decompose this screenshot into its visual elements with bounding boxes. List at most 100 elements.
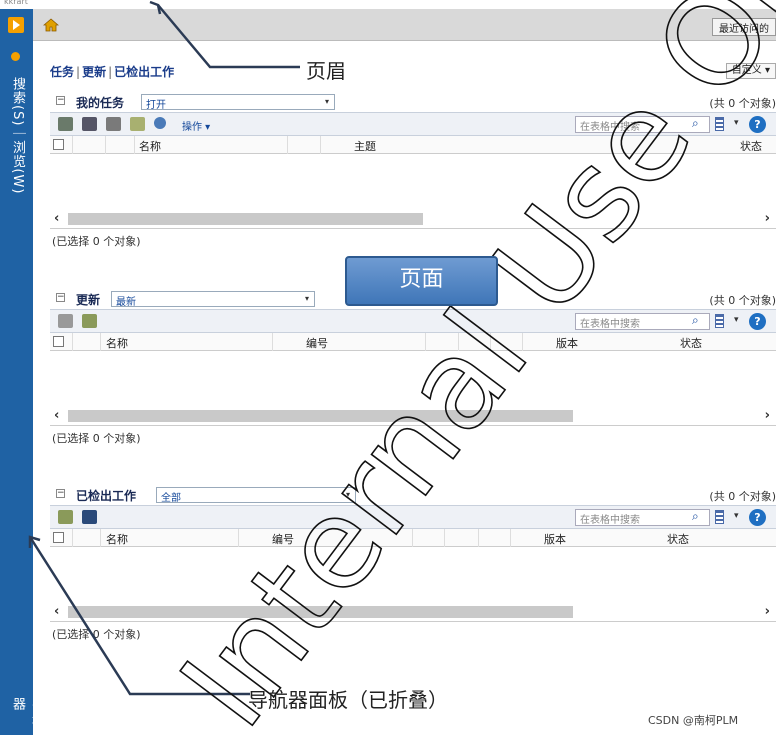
column-status[interactable]: 状态: [680, 335, 702, 351]
scroll-right-icon[interactable]: ›: [765, 211, 770, 226]
tab-updates[interactable]: 更新: [82, 65, 106, 79]
table-view-icon[interactable]: [715, 117, 724, 131]
selection-count: (已选择 0 个对象): [50, 228, 776, 250]
search-icon[interactable]: ⌕: [692, 509, 699, 524]
collapse-toggle-icon[interactable]: −: [56, 96, 65, 105]
section-header: − 我的任务 打开 ▾ (共 0 个对象): [50, 92, 776, 112]
chevron-down-icon[interactable]: ▾: [734, 315, 739, 325]
customize-dropdown[interactable]: 自定义 ▾: [725, 63, 776, 79]
filter-value: 打开: [146, 100, 166, 111]
search-icon[interactable]: ⌕: [692, 313, 699, 328]
tab-checked-out[interactable]: 已检出工作: [114, 65, 174, 79]
table-toolbar: 在表格中搜索 ⌕ ▾ ?: [50, 505, 776, 529]
chevron-down-icon[interactable]: ▾: [734, 511, 739, 521]
undo-checkout-icon[interactable]: [82, 510, 97, 524]
column-version[interactable]: 版本: [544, 531, 566, 547]
operations-menu[interactable]: 操作 ▾: [182, 118, 210, 133]
tasks-filter-select[interactable]: 打开 ▾: [141, 94, 335, 111]
column-version[interactable]: 版本: [556, 335, 578, 351]
pin-icon[interactable]: [11, 52, 20, 61]
section-title: 已检出工作: [76, 489, 137, 503]
table-body: [50, 154, 776, 210]
section-title: 我的任务: [76, 96, 125, 110]
help-icon[interactable]: ?: [749, 116, 766, 133]
selection-count: (已选择 0 个对象): [50, 425, 776, 447]
open-task-icon[interactable]: [58, 117, 73, 131]
table-view-icon[interactable]: [715, 314, 724, 328]
main-page: 任务 | 更新 | 已检出工作 自定义 ▾ − 我的任务 打开 ▾ (共 0 个对象) 操…: [33, 41, 776, 735]
column-status[interactable]: 状态: [740, 138, 762, 154]
updates-filter-select[interactable]: 最新 ▾: [111, 291, 315, 308]
scroll-thumb[interactable]: [68, 606, 573, 618]
object-count: (共 0 个对象): [709, 490, 776, 503]
column-name[interactable]: 名称: [139, 138, 161, 154]
column-name[interactable]: 名称: [106, 335, 128, 351]
tab-tasks[interactable]: 任务: [50, 65, 74, 79]
search-icon[interactable]: [154, 117, 166, 129]
credit-text: CSDN @南柯PLM: [648, 714, 739, 727]
page-annotation-box: 页面: [345, 256, 498, 306]
expand-navigator-icon[interactable]: [8, 17, 24, 33]
window-label: kkrart: [4, 0, 28, 6]
checked-out-section: − 已检出工作 全部 ▾ (共 0 个对象) 在表格中搜索 ⌕ ▾ ? 名称 编号: [50, 485, 776, 643]
scroll-thumb[interactable]: [68, 213, 423, 225]
object-count: (共 0 个对象): [709, 97, 776, 110]
copy-icon[interactable]: [58, 314, 73, 328]
check-in-icon[interactable]: [58, 510, 73, 524]
tab-links: 任务 | 更新 | 已检出工作: [50, 65, 175, 79]
select-all-checkbox[interactable]: [53, 139, 64, 150]
horizontal-scrollbar[interactable]: ‹ ›: [50, 407, 776, 425]
table-search-input[interactable]: 在表格中搜索: [575, 116, 710, 133]
export-icon[interactable]: [82, 117, 97, 131]
scroll-left-icon[interactable]: ‹: [54, 604, 59, 619]
header-bar: 最近访问的: [33, 9, 776, 41]
table-body: [50, 547, 776, 603]
recent-visited-button[interactable]: 最近访问的: [712, 18, 776, 36]
chevron-down-icon[interactable]: ▾: [734, 118, 739, 128]
chevron-down-icon: ▾: [345, 490, 350, 499]
chevron-down-icon: ▾: [324, 97, 329, 106]
scroll-left-icon[interactable]: ‹: [54, 408, 59, 423]
table-search-input[interactable]: 在表格中搜索: [575, 509, 710, 526]
collapse-toggle-icon[interactable]: −: [56, 293, 65, 302]
select-all-checkbox[interactable]: [53, 532, 64, 543]
column-number[interactable]: 编号: [306, 335, 328, 351]
table-header: 名称 编号 版本 状态: [50, 529, 776, 547]
column-status[interactable]: 状态: [667, 531, 689, 547]
column-subject[interactable]: 主题: [354, 138, 376, 154]
horizontal-scrollbar[interactable]: ‹ ›: [50, 210, 776, 228]
scroll-thumb[interactable]: [68, 410, 573, 422]
complete-icon[interactable]: [130, 117, 145, 131]
scroll-left-icon[interactable]: ‹: [54, 211, 59, 226]
title-strip: kkrart: [0, 0, 776, 9]
table-view-icon[interactable]: [715, 510, 724, 524]
table-toolbar: 操作 ▾ 在表格中搜索 ⌕ ▾ ?: [50, 112, 776, 136]
table-body: [50, 351, 776, 407]
section-title: 更新: [76, 293, 101, 307]
navigator-panel: 搜索(S)｜浏览(W) 导航器: [0, 9, 44, 735]
select-all-checkbox[interactable]: [53, 336, 64, 347]
collapse-toggle-icon[interactable]: −: [56, 489, 65, 498]
horizontal-scrollbar[interactable]: ‹ ›: [50, 603, 776, 621]
header-annotation: 页眉: [306, 59, 346, 83]
table-search-input[interactable]: 在表格中搜索: [575, 313, 710, 330]
app-window: kkrart 搜索(S)｜浏览(W) 导航器 最近访问的 任务|更新|已检出工作…: [0, 0, 776, 735]
section-header: − 已检出工作 全部 ▾ (共 0 个对象): [50, 485, 776, 505]
search-browse-tab[interactable]: 搜索(S)｜浏览(W): [8, 77, 27, 194]
home-icon[interactable]: [43, 18, 59, 32]
search-icon[interactable]: ⌕: [692, 116, 699, 131]
column-number[interactable]: 编号: [272, 531, 294, 547]
help-icon[interactable]: ?: [749, 313, 766, 330]
table-header: 名称 编号 版本 状态: [50, 333, 776, 351]
checked-out-filter-select[interactable]: 全部 ▾: [156, 487, 356, 504]
updates-section: − 更新 最新 ▾ (共 0 个对象) 在表格中搜索 ⌕ ▾ ? 名称 编号 版…: [50, 289, 776, 447]
navigator-annotation: 导航器面板（已折叠）: [248, 688, 448, 712]
refresh-icon[interactable]: [82, 314, 97, 328]
help-icon[interactable]: ?: [749, 509, 766, 526]
selection-count: (已选择 0 个对象): [50, 621, 776, 643]
scroll-right-icon[interactable]: ›: [765, 604, 770, 619]
column-name[interactable]: 名称: [106, 531, 128, 547]
scroll-right-icon[interactable]: ›: [765, 408, 770, 423]
filter-value: 全部: [161, 493, 181, 504]
reassign-icon[interactable]: [106, 117, 121, 131]
